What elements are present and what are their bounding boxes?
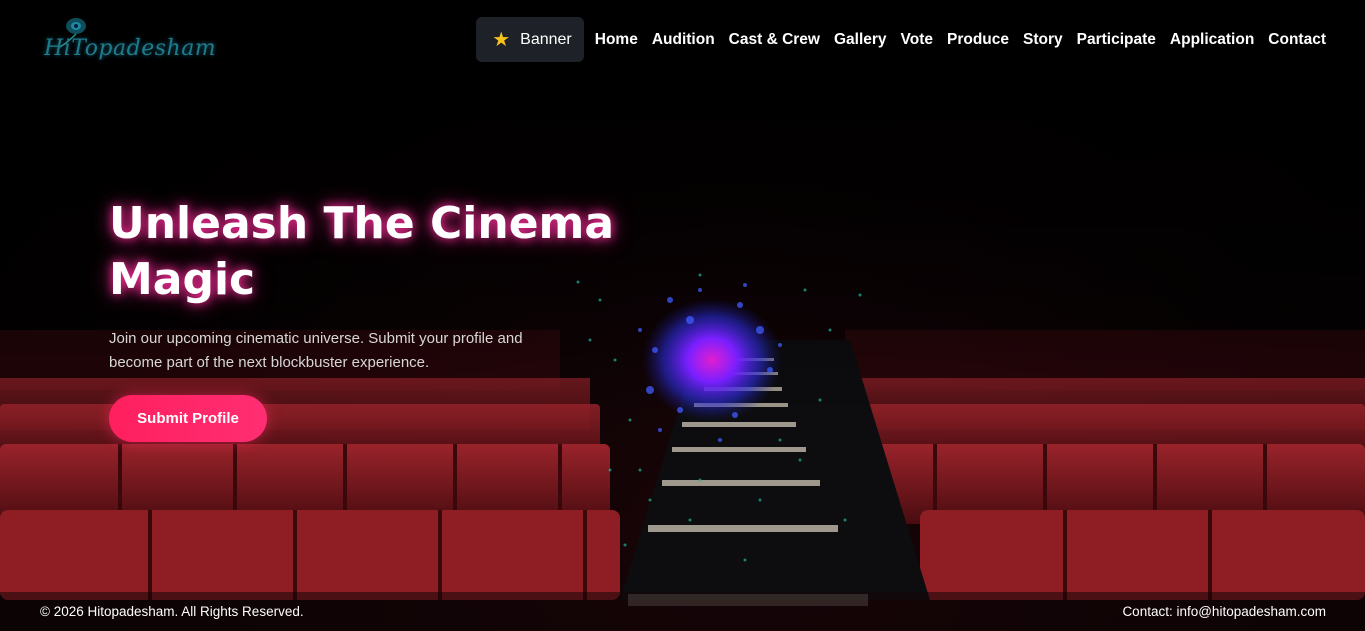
nav-audition[interactable]: Audition: [645, 31, 722, 49]
nav-vote[interactable]: Vote: [894, 31, 940, 49]
theater-background: [0, 0, 1365, 606]
footer-copyright: © 2026 Hitopadesham. All Rights Reserved…: [40, 604, 304, 619]
nav-application[interactable]: Application: [1163, 31, 1261, 49]
logo-text: HiTopadesham: [44, 36, 217, 61]
site-footer: © 2026 Hitopadesham. All Rights Reserved…: [0, 592, 1365, 631]
nav-produce[interactable]: Produce: [940, 31, 1016, 49]
nav-home[interactable]: Home: [588, 31, 645, 49]
submit-profile-button[interactable]: Submit Profile: [109, 395, 267, 442]
site-logo[interactable]: HiTopadesham: [40, 14, 216, 70]
footer-contact[interactable]: Contact: info@hitopadesham.com: [1122, 604, 1326, 619]
nav-participate[interactable]: Participate: [1070, 31, 1163, 49]
main-nav: ★ Banner Home Audition Cast & Crew Galle…: [476, 17, 1333, 62]
hero-title: Unleash The Cinema Magic: [109, 198, 615, 305]
banner-button[interactable]: ★ Banner: [476, 17, 584, 62]
nav-story[interactable]: Story: [1016, 31, 1070, 49]
nav-cast-crew[interactable]: Cast & Crew: [722, 31, 827, 49]
nav-contact[interactable]: Contact: [1261, 31, 1333, 49]
star-icon: ★: [492, 28, 511, 51]
site-header: HiTopadesham ★ Banner Home Audition Cast…: [0, 0, 1365, 78]
page: HiTopadesham ★ Banner Home Audition Cast…: [0, 0, 1365, 631]
hero-subtitle: Join our upcoming cinematic universe. Su…: [109, 330, 523, 371]
nav-gallery[interactable]: Gallery: [827, 31, 894, 49]
banner-label: Banner: [520, 30, 572, 48]
